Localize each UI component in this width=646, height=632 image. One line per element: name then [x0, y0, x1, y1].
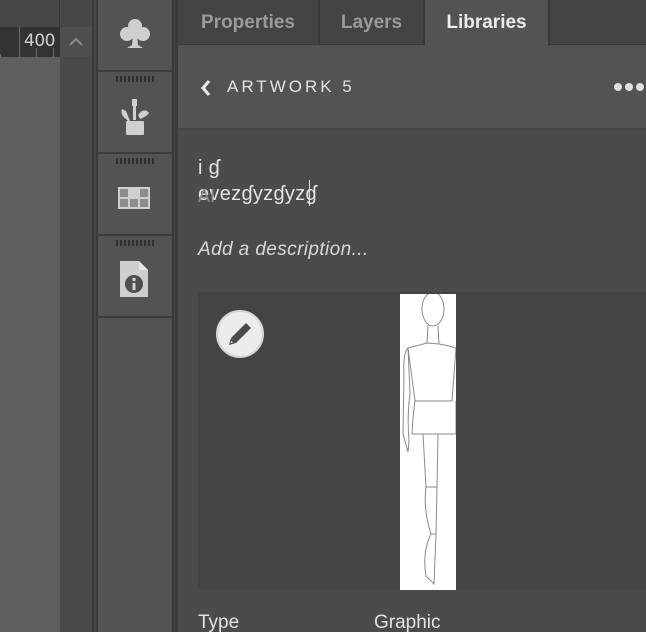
drag-grip[interactable] — [116, 76, 154, 82]
club-icon — [120, 19, 150, 48]
brushes-icon — [121, 99, 149, 135]
asset-source-label: AI — [198, 186, 216, 206]
collapsed-panel-dock — [98, 0, 172, 632]
chevron-up-icon — [69, 37, 83, 46]
asset-name-input[interactable]: i ɠ evezɠyzɠyzɠ — [198, 157, 338, 206]
panel-tabs: Properties Layers Libraries — [178, 0, 646, 46]
tab-libraries[interactable]: Libraries — [425, 0, 550, 46]
library-title: ARTWORK 5 — [227, 77, 355, 96]
drag-grip[interactable] — [116, 240, 154, 246]
chevron-left-icon[interactable] — [198, 78, 214, 98]
dock-button-brushes[interactable] — [98, 74, 172, 154]
asset-details: i ɠ evezɠyzɠyzɠ AI Add a description... — [178, 130, 646, 632]
ruler-readout: 400 — [24, 31, 55, 51]
text-caret — [308, 180, 311, 206]
document-info-icon — [120, 261, 148, 297]
swatch-grid-icon — [118, 187, 150, 209]
canvas-top-bar — [0, 0, 60, 27]
croquis-figure-image — [402, 291, 457, 586]
horizontal-ruler: 400 — [0, 27, 60, 57]
more-options-button[interactable] — [614, 83, 644, 91]
drag-grip[interactable] — [116, 158, 154, 164]
property-label: Type — [198, 612, 240, 632]
asset-name-text: i ɠ evezɠyzɠyzɠ — [198, 157, 317, 205]
tab-layers[interactable]: Layers — [320, 0, 425, 45]
edit-button[interactable] — [216, 310, 264, 358]
libraries-panel: Properties Layers Libraries ARTWORK 5 i … — [178, 0, 646, 632]
asset-thumbnail[interactable] — [400, 291, 457, 590]
dock-button-symbols[interactable] — [98, 0, 172, 72]
more-horizontal-icon — [614, 83, 622, 91]
property-value: Graphic — [374, 612, 441, 632]
scroll-up-button[interactable] — [60, 27, 92, 57]
ruler-tick — [19, 27, 20, 57]
property-row-type: Type Graphic — [198, 612, 646, 632]
dock-button-swatches[interactable] — [98, 156, 172, 236]
artboard-canvas[interactable] — [0, 57, 60, 632]
tab-properties[interactable]: Properties — [178, 0, 320, 45]
pencil-icon — [229, 323, 251, 345]
description-input[interactable]: Add a description... — [198, 239, 369, 261]
scrollbar-top — [60, 0, 92, 27]
dock-button-document-info[interactable] — [98, 238, 172, 318]
library-header: ARTWORK 5 — [178, 46, 646, 130]
asset-preview-card — [198, 291, 646, 590]
vertical-scrollbar[interactable] — [60, 0, 92, 632]
